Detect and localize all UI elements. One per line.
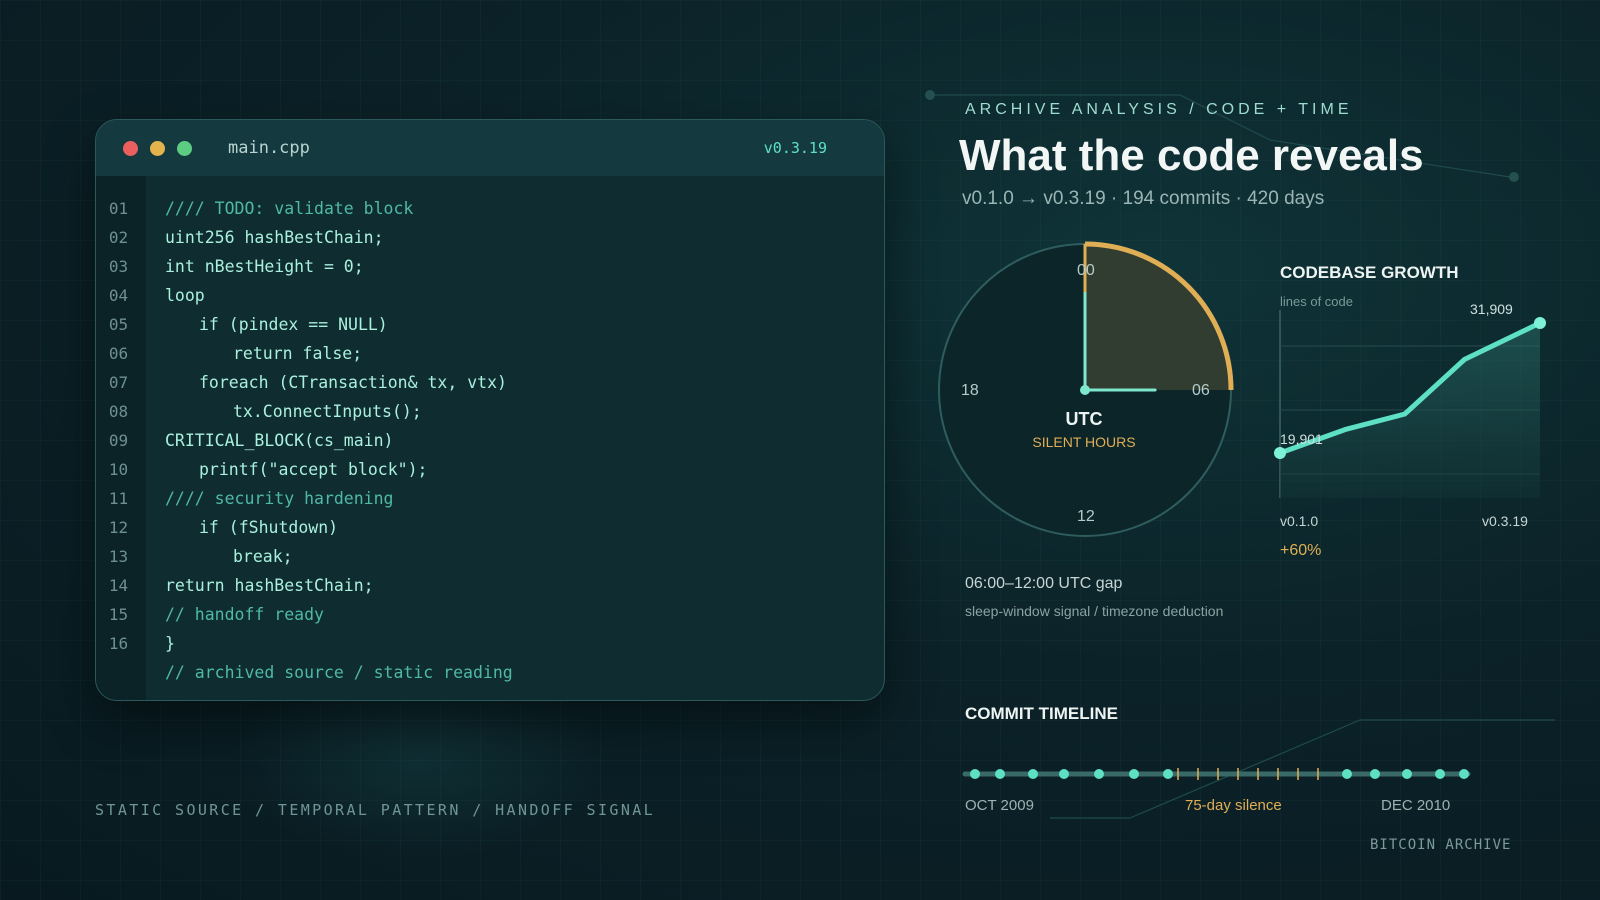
commit-dot [1094, 769, 1104, 779]
commit-dot [1028, 769, 1038, 779]
archive-label: BITCOIN ARCHIVE [1370, 837, 1512, 853]
commit-dot [1459, 769, 1469, 779]
commit-dot [970, 769, 980, 779]
commit-timeline [962, 768, 1471, 780]
commit-dot [1402, 769, 1412, 779]
commit-dot [1435, 769, 1445, 779]
timeline-silence-label: 75-day silence [1185, 797, 1282, 814]
timeline-end-label: DEC 2010 [1381, 797, 1451, 814]
commit-dot [1129, 769, 1139, 779]
commit-dot [1342, 769, 1352, 779]
commit-dot [1370, 769, 1380, 779]
timeline-start-label: OCT 2009 [965, 797, 1034, 814]
commit-dot [995, 769, 1005, 779]
commit-dot [1059, 769, 1069, 779]
commit-dot [1163, 769, 1173, 779]
